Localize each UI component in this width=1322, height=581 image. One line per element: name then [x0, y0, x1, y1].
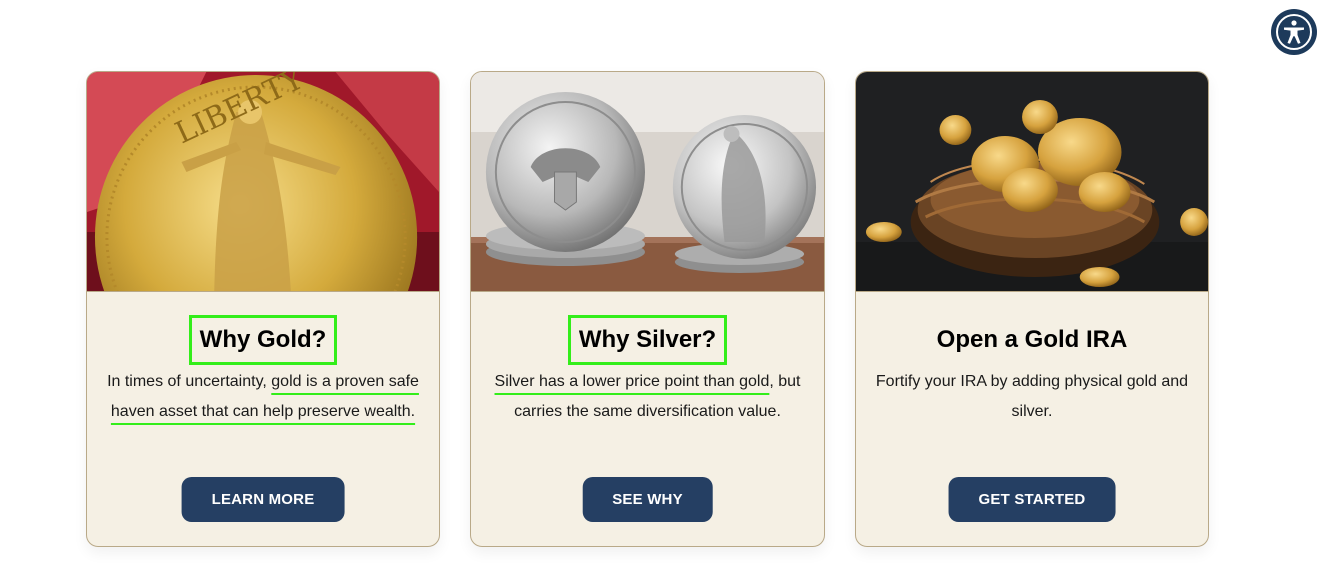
accessibility-person-icon: [1276, 14, 1312, 50]
card-title: Why Gold?: [87, 315, 439, 365]
page: LIBERTY Why Gold? In times of uncertaint…: [0, 0, 1322, 581]
highlighted-text: Silver has a lower price point than gold: [494, 373, 770, 390]
description-text: Fortify your IRA by adding physical gold…: [875, 373, 1189, 420]
learn-more-button[interactable]: LEARN MORE: [181, 477, 345, 522]
card-description: Silver has a lower price point than gold…: [487, 367, 808, 427]
get-started-button[interactable]: GET STARTED: [948, 477, 1116, 522]
card-title-text: Why Silver?: [567, 315, 728, 365]
card-title-text: Why Gold?: [188, 315, 338, 365]
silver-coins-image: [471, 72, 824, 292]
card-title: Why Silver?: [471, 315, 824, 365]
card-description: In times of uncertainty, gold is a prove…: [103, 367, 423, 427]
gold-coin-image: LIBERTY: [87, 72, 439, 292]
accessibility-button[interactable]: [1271, 9, 1317, 55]
feature-cards: LIBERTY Why Gold? In times of uncertaint…: [86, 71, 1210, 547]
card-title-text: Open a Gold IRA: [936, 326, 1128, 353]
description-text: In times of uncertainty,: [107, 373, 272, 390]
card-description: Fortify your IRA by adding physical gold…: [872, 367, 1192, 427]
card-open-gold-ira: Open a Gold IRA Fortify your IRA by addi…: [855, 71, 1209, 547]
gold-nest-image: [856, 72, 1208, 292]
card-why-silver: Why Silver? Silver has a lower price poi…: [470, 71, 825, 547]
card-title: Open a Gold IRA: [856, 315, 1208, 365]
see-why-button[interactable]: SEE WHY: [582, 477, 713, 522]
card-why-gold: LIBERTY Why Gold? In times of uncertaint…: [86, 71, 440, 547]
